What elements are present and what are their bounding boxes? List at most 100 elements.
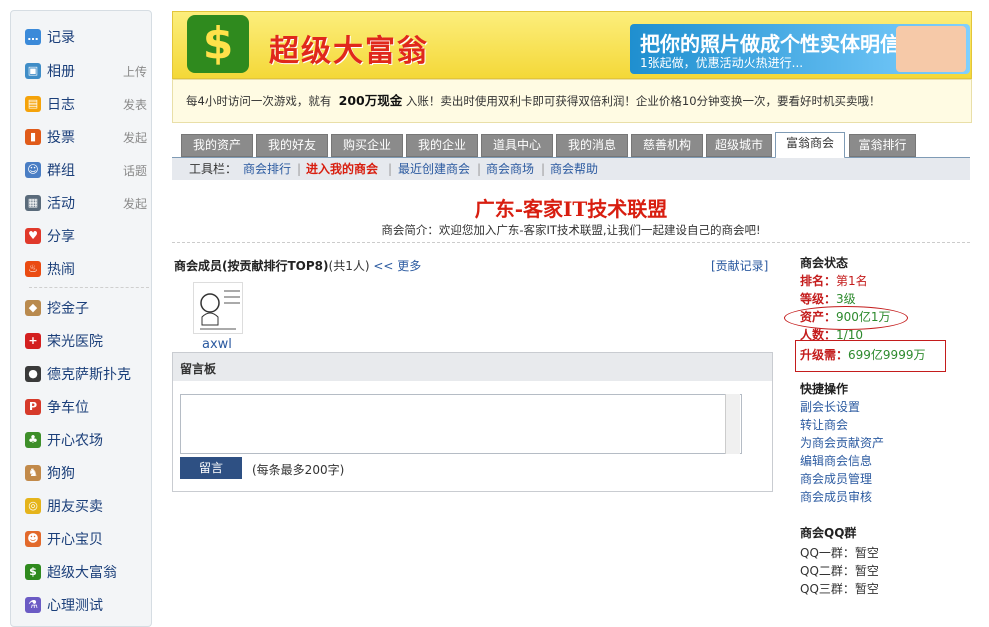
tab[interactable]: 我的消息 [556,134,628,157]
sidebar-item-label: 心理测试 [47,598,103,614]
member-name-link[interactable]: axwl [202,337,232,352]
photo-album-icon: ▣ [25,63,41,79]
sidebar-item-label: 相册 [47,64,75,80]
main-tabs: 我的资产 我的好友 购买企业 我的企业 道具中心 我的消息 慈善机构 超级城市 富翁商会 富翁排行 [172,131,970,159]
toolbar-link-rank[interactable]: 商会排行 [243,158,291,180]
sidebar-item-label: 活动 [47,196,75,212]
sidebar-item[interactable]: ▮ 投票 发起 [25,125,147,149]
status-level: 等级：3级 [800,292,856,306]
qq-row: QQ三群：暂空 [800,582,879,596]
sidebar-item-label: 狗狗 [47,466,75,482]
sidebar-item-label: 争车位 [47,400,89,416]
sidebar-item-label: 挖金子 [47,301,89,317]
sidebar-item[interactable]: ♥ 分享 [25,224,147,248]
members-more-link[interactable]: << 更多 [373,259,421,273]
sidebar-item-sublink[interactable]: 发起 [123,129,147,146]
quick-link-edit[interactable]: 编辑商会信息 [800,452,872,469]
toolbar-link-help[interactable]: 商会帮助 [550,158,598,180]
sidebar-item[interactable]: + 荣光医院 [25,329,147,353]
game-title: 超级大富翁 [269,34,429,69]
members-title: 商会成员(按贡献排行TOP8) [174,259,329,273]
sprout-icon: ♣ [25,432,41,448]
tab[interactable]: 购买企业 [331,134,403,157]
qq-row: QQ一群：暂空 [800,546,879,560]
toolbar-separator: | [477,162,482,176]
notebook-icon: ▤ [25,96,41,112]
sidebar-item-label: 荣光医院 [47,334,103,350]
divider [172,242,970,243]
quick-link-members[interactable]: 商会成员管理 [800,470,872,487]
sidebar-item[interactable]: ♨ 热闹 [25,257,147,281]
sidebar-item-label: 分享 [47,229,75,245]
sidebar-item-sublink[interactable]: 发表 [123,96,147,113]
sidebar-item[interactable]: … 记录 [25,25,147,49]
game-banner: $ 超级大富翁 把你的照片做成个性实体明信片! 1张起做，优惠活动火热进行... [172,11,972,79]
toolbar-link-recent[interactable]: 最近创建商会 [398,158,470,180]
notice-bold: 200万现金 [338,93,403,108]
tab[interactable]: 我的企业 [406,134,478,157]
coins-icon: ◎ [25,498,41,514]
sidebar-item[interactable]: $ 超级大富翁 [25,560,147,584]
toolbar-link-enter[interactable]: 进入我的商会 [306,158,378,180]
tab[interactable]: 我的好友 [256,134,328,157]
sidebar-item[interactable]: ◎ 朋友买卖 [25,494,147,518]
qq-row: QQ二群：暂空 [800,564,879,578]
calendar-icon: ▦ [25,195,41,211]
sidebar-item-sublink[interactable]: 话题 [123,162,147,179]
status-rank: 排名：第1名 [800,274,868,288]
sidebar: … 记录 ▣ 相册 上传 ▤ 日志 发表 ▮ 投票 发起 ☺ 群组 话题 ▦ 活动 发起 ♥ 分享 ♨ 热闹 ◆ 挖金子 + 荣… [10,10,152,627]
sidebar-item[interactable]: P 争车位 [25,395,147,419]
sidebar-item-label: 群组 [47,163,75,179]
ad-subtitle: 1张起做，优惠活动火热进行... [640,56,804,70]
dollar-icon: $ [25,564,41,580]
textarea-scrollbar[interactable] [725,394,740,454]
tab[interactable]: 富翁排行 [849,134,916,157]
toolbar-link-mall[interactable]: 商会商场 [486,158,534,180]
sidebar-item-label: 开心宝贝 [47,532,103,548]
poker-chip-icon: ● [25,366,41,382]
sidebar-item[interactable]: ▣ 相册 上传 [25,59,147,83]
postcard-ad[interactable]: 把你的照片做成个性实体明信片! 1张起做，优惠活动火热进行... [630,24,970,74]
sidebar-item-label: 记录 [47,30,75,46]
sidebar-item[interactable]: ⚗ 心理测试 [25,593,147,617]
tab[interactable]: 超级城市 [706,134,772,157]
quick-heading: 快捷操作 [800,382,849,396]
sidebar-item[interactable]: ◆ 挖金子 [25,296,147,320]
notice-post: 入账！卖出时使用双利卡即可获得双倍利润！企业价格10分钟变换一次，要看好时机买卖… [405,94,881,108]
sidebar-item-label: 开心农场 [47,433,103,449]
board-title: 留言板 [180,362,217,376]
toolbar-separator: | [297,162,302,176]
sidebar-item-label: 日志 [47,97,75,113]
sidebar-item-label: 热闹 [47,262,75,278]
gold-mine-icon: ◆ [25,300,41,316]
contribution-record-link[interactable]: [贡献记录] [711,257,768,274]
tab[interactable]: 慈善机构 [631,134,703,157]
tab[interactable]: 我的资产 [181,134,253,157]
status-heading: 商会状态 [800,256,849,270]
message-textarea[interactable] [180,394,742,454]
quick-link-review[interactable]: 商会成员审核 [800,488,872,505]
post-message-button[interactable]: 留言 [180,457,242,479]
tab[interactable]: 道具中心 [481,134,553,157]
toolbar-label: 工具栏： [189,162,238,176]
sidebar-item[interactable]: ☺ 群组 话题 [25,158,147,182]
sidebar-item[interactable]: ▤ 日志 发表 [25,92,147,116]
red-cross-icon: + [25,333,41,349]
tab[interactable]: 富翁商会 [775,132,845,159]
sidebar-item-sublink[interactable]: 上传 [123,63,147,80]
sidebar-item[interactable]: ☻ 开心宝贝 [25,527,147,551]
sidebar-item[interactable]: ♣ 开心农场 [25,428,147,452]
members-count: (共1人) [328,259,370,273]
quick-link-vice[interactable]: 副会长设置 [800,398,860,415]
toolbar: 工具栏： 商会排行 | 进入我的商会 | 最近创建商会 | 商会商场 | 商会帮… [172,158,970,180]
quick-link-contribute[interactable]: 为商会贡献资产 [800,434,884,451]
member-avatar[interactable] [193,282,243,334]
qq-heading: 商会QQ群 [800,526,857,540]
sidebar-item-sublink[interactable]: 发起 [123,195,147,212]
sidebar-item-label: 投票 [47,130,75,146]
sidebar-item[interactable]: ▦ 活动 发起 [25,191,147,215]
sidebar-item[interactable]: ● 德克萨斯扑克 [25,362,147,386]
toolbar-separator: | [541,162,546,176]
sidebar-item[interactable]: ♞ 狗狗 [25,461,147,485]
quick-link-transfer[interactable]: 转让商会 [800,416,848,433]
